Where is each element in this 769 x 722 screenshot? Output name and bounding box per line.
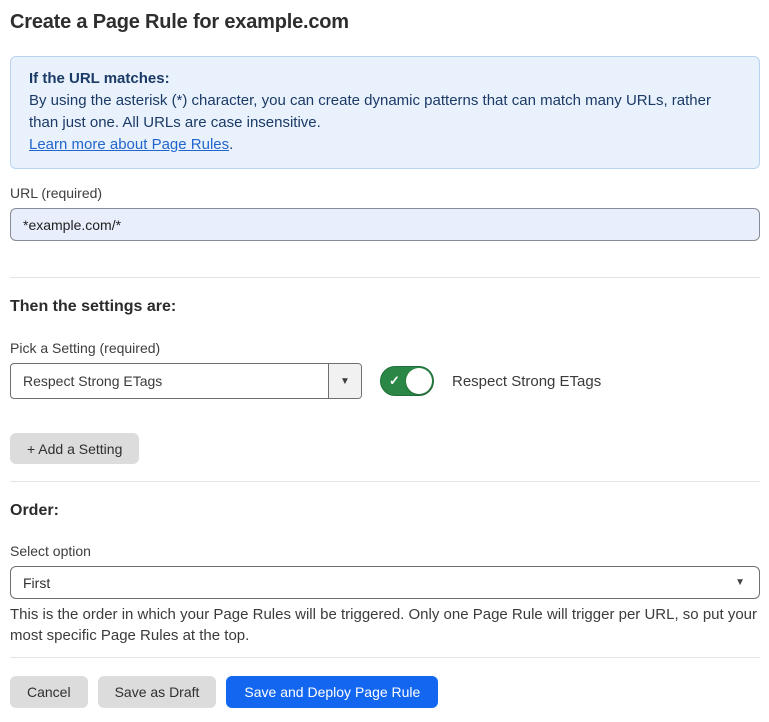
settings-section-heading: Then the settings are: [10, 298, 760, 316]
chevron-down-icon: ▼ [340, 376, 350, 387]
pick-setting-label: Pick a Setting (required) [10, 340, 760, 356]
footer-divider [10, 657, 760, 658]
create-page-rule-form: Create a Page Rule for example.com If th… [0, 0, 769, 722]
toggle-knob [406, 368, 432, 394]
info-box-link-line: Learn more about Page Rules. [29, 134, 741, 156]
section-divider [10, 277, 760, 278]
order-help-text: This is the order in which your Page Rul… [10, 604, 760, 646]
setting-row: Respect Strong ETags ▼ ✓ Respect Strong … [10, 363, 760, 399]
setting-select[interactable]: Respect Strong ETags ▼ [10, 363, 362, 399]
order-select[interactable]: First ▼ [10, 566, 760, 599]
order-select-label: Select option [10, 543, 760, 559]
info-box-heading: If the URL matches: [29, 68, 741, 90]
setting-toggle-label: Respect Strong ETags [452, 373, 601, 390]
setting-select-arrow-button[interactable]: ▼ [328, 364, 361, 398]
url-label: URL (required) [10, 185, 760, 201]
chevron-down-icon: ▼ [735, 577, 745, 588]
cancel-button[interactable]: Cancel [10, 676, 88, 708]
add-setting-button[interactable]: + Add a Setting [10, 433, 139, 464]
check-icon: ✓ [389, 373, 400, 389]
order-select-value: First [23, 575, 50, 591]
order-section-heading: Order: [10, 502, 760, 520]
section-divider [10, 481, 760, 482]
save-deploy-button[interactable]: Save and Deploy Page Rule [226, 676, 438, 708]
setting-toggle[interactable]: ✓ [380, 366, 434, 396]
footer-actions: Cancel Save as Draft Save and Deploy Pag… [10, 676, 760, 708]
url-input[interactable] [10, 208, 760, 241]
setting-select-value: Respect Strong ETags [11, 364, 328, 398]
page-title: Create a Page Rule for example.com [10, 11, 760, 34]
info-box-body: By using the asterisk (*) character, you… [29, 90, 741, 134]
learn-more-link[interactable]: Learn more about Page Rules [29, 136, 229, 153]
url-match-info-box: If the URL matches: By using the asteris… [10, 56, 760, 169]
link-suffix: . [229, 136, 233, 153]
save-draft-button[interactable]: Save as Draft [98, 676, 217, 708]
